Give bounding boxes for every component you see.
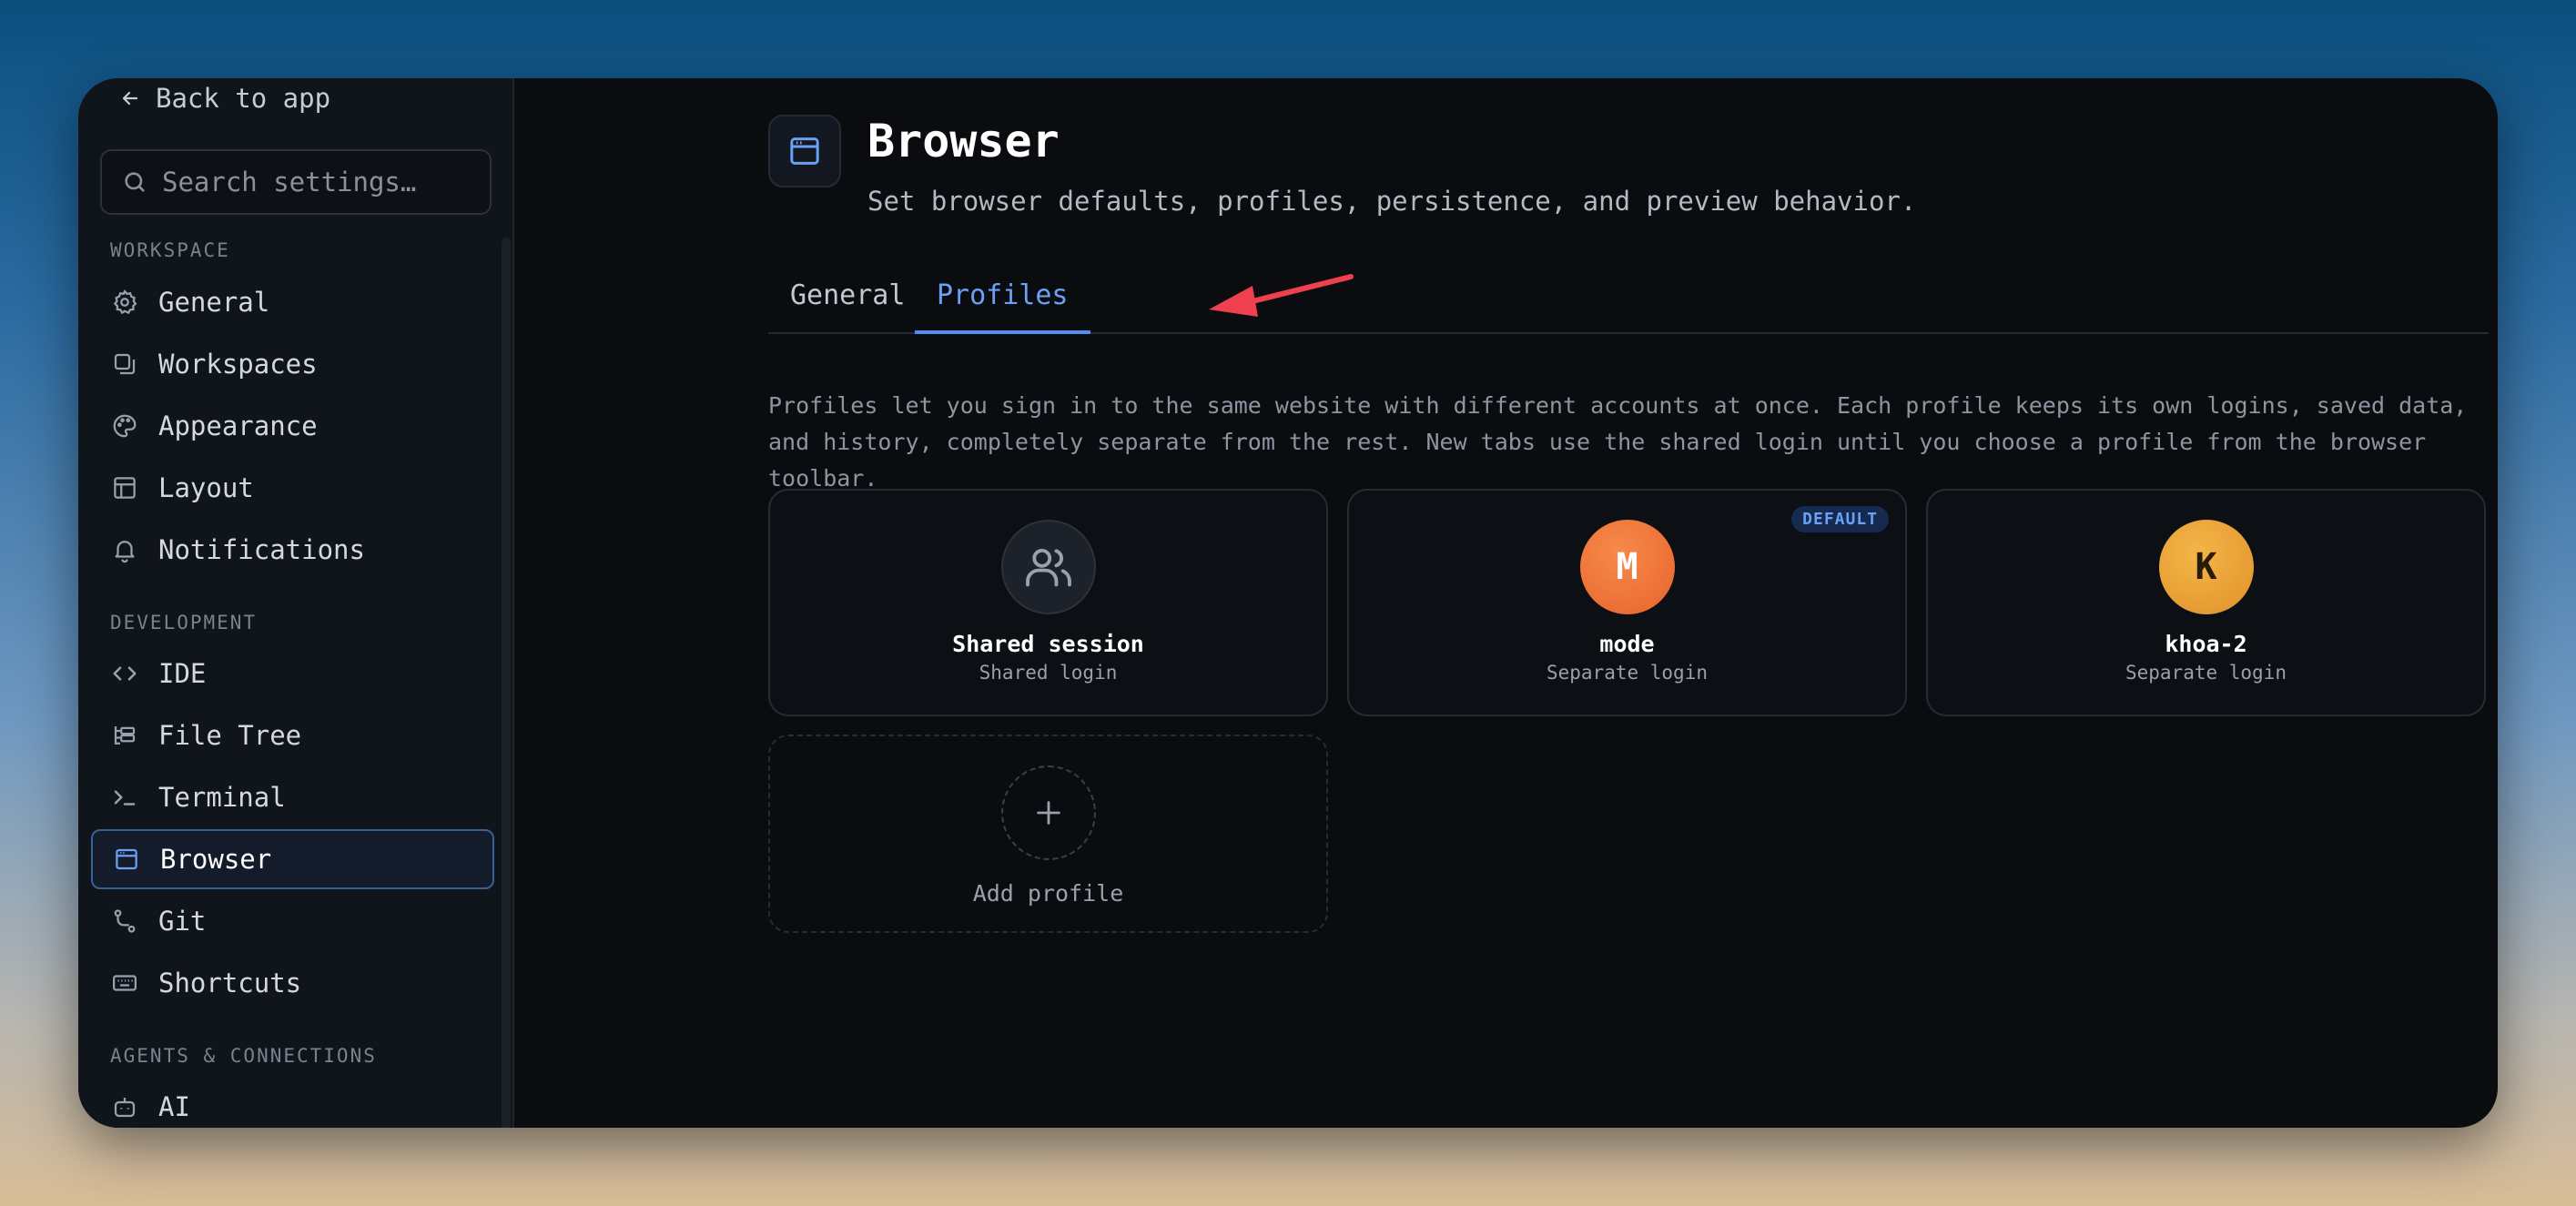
terminal-icon	[114, 790, 136, 806]
sidebar-item-git[interactable]: Git	[91, 891, 494, 951]
tab-bar: General Profiles	[768, 267, 2489, 334]
profile-login-type: Separate login	[2125, 662, 2287, 684]
sidebar-item-label: Notifications	[158, 534, 365, 565]
tab-label: Profiles	[937, 279, 1069, 311]
sidebar-item-shortcuts[interactable]: Shortcuts	[91, 953, 494, 1013]
tab-general[interactable]: General	[768, 267, 927, 334]
settings-search[interactable]	[100, 149, 492, 215]
section-title-development: DEVELOPMENT	[110, 612, 258, 633]
back-label: Back to app	[156, 83, 331, 114]
browser-icon	[116, 848, 137, 870]
sidebar-item-label: Layout	[158, 472, 254, 503]
users-icon	[1025, 548, 1071, 587]
profile-card-shared-session[interactable]: Shared session Shared login	[768, 489, 1328, 716]
default-badge: DEFAULT	[1791, 506, 1889, 532]
search-icon	[125, 172, 145, 192]
settings-content: Browser Set browser defaults, profiles, …	[516, 78, 2498, 1128]
avatar: K	[2158, 520, 2254, 614]
browser-icon	[790, 137, 819, 165]
bell-icon	[115, 541, 135, 563]
settings-window: Back to app WORKSPACE General Workspaces…	[78, 78, 2498, 1128]
sidebar-item-browser[interactable]: Browser	[91, 829, 494, 889]
section-title-agents-connections: AGENTS & CONNECTIONS	[110, 1045, 377, 1067]
search-input[interactable]	[162, 167, 472, 198]
robot-icon	[114, 1098, 136, 1118]
sidebar-item-ai[interactable]: AI	[91, 1077, 494, 1128]
sidebar-item-workspaces[interactable]: Workspaces	[91, 334, 494, 394]
avatar-initial: K	[2195, 546, 2217, 588]
sidebar-item-file-tree[interactable]: File Tree	[91, 705, 494, 765]
sidebar-item-label: Shortcuts	[158, 968, 302, 998]
sidebar-item-label: General	[158, 287, 270, 318]
sidebar-scrollbar[interactable]	[502, 238, 511, 1128]
sidebar-item-notifications[interactable]: Notifications	[91, 520, 494, 580]
sidebar-item-label: Terminal	[158, 782, 286, 813]
header-browser-icon-tile	[768, 115, 841, 187]
code-icon	[113, 666, 137, 681]
keyboard-icon	[113, 975, 137, 991]
profile-name: Shared session	[952, 631, 1144, 657]
profile-login-type: Separate login	[1546, 662, 1708, 684]
annotation-arrow-icon	[1209, 274, 1354, 317]
back-to-app-link[interactable]: Back to app	[119, 80, 330, 117]
sidebar-item-label: Browser	[160, 844, 272, 875]
sidebar-item-label: File Tree	[158, 720, 302, 751]
sidebar-item-label: Appearance	[158, 410, 318, 441]
section-title-workspace: WORKSPACE	[110, 239, 230, 261]
git-icon	[114, 909, 136, 933]
file-tree-icon	[114, 726, 136, 745]
sidebar-item-terminal[interactable]: Terminal	[91, 767, 494, 827]
profile-card-mode[interactable]: DEFAULT M mode Separate login	[1347, 489, 1907, 716]
page-subtitle: Set browser defaults, profiles, persiste…	[867, 186, 1917, 217]
avatar-initial: M	[1616, 546, 1638, 588]
sidebar-item-label: AI	[158, 1091, 190, 1122]
avatar: M	[1579, 520, 1675, 614]
add-profile-button[interactable]: Add profile	[768, 735, 1328, 933]
page-title: Browser	[867, 115, 1060, 167]
tab-label: General	[790, 279, 906, 311]
profile-name: khoa-2	[2165, 631, 2247, 657]
sidebar-item-appearance[interactable]: Appearance	[91, 396, 494, 456]
sidebar-item-ide[interactable]: IDE	[91, 644, 494, 704]
palette-icon	[113, 414, 137, 438]
tab-profiles[interactable]: Profiles	[915, 267, 1090, 334]
layout-icon	[114, 477, 136, 499]
add-profile-label: Add profile	[972, 880, 1124, 907]
profile-card-khoa-2[interactable]: K khoa-2 Separate login	[1926, 489, 2486, 716]
settings-sidebar: Back to app WORKSPACE General Workspaces…	[78, 78, 514, 1128]
plus-icon	[1036, 801, 1060, 825]
profiles-description: Profiles let you sign in to the same web…	[768, 392, 2468, 492]
workspaces-icon	[114, 353, 136, 375]
sidebar-item-label: Workspaces	[158, 349, 318, 380]
sidebar-item-layout[interactable]: Layout	[91, 458, 494, 518]
add-profile-circle	[1000, 765, 1096, 860]
profile-name: mode	[1599, 631, 1655, 657]
profile-login-type: Shared login	[979, 662, 1118, 684]
avatar	[1000, 520, 1096, 614]
sidebar-item-label: IDE	[158, 658, 207, 689]
gear-icon	[113, 289, 137, 315]
sidebar-item-general[interactable]: General	[91, 272, 494, 332]
arrow-left-icon	[122, 91, 138, 106]
sidebar-item-label: Git	[158, 906, 207, 937]
